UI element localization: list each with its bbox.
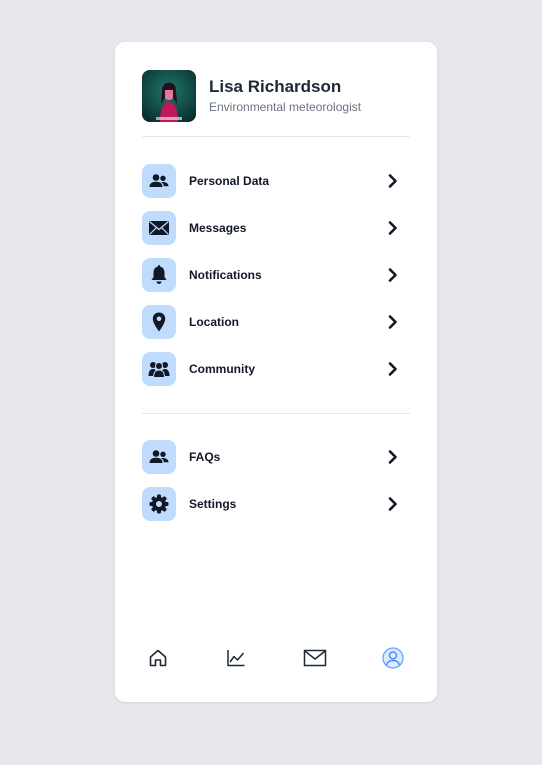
nav-profile-button[interactable] (378, 645, 408, 675)
profile-role: Environmental meteorologist (209, 99, 362, 114)
menu-label: Community (189, 362, 255, 376)
envelope-icon (142, 211, 176, 245)
nav-stats-button[interactable] (221, 645, 251, 675)
divider (142, 136, 410, 137)
nav-home-button[interactable] (143, 645, 173, 675)
gear-icon (142, 487, 176, 521)
menu-item-settings[interactable]: Settings (142, 487, 410, 521)
chevron-right-icon (385, 314, 401, 330)
profile-icon (382, 646, 404, 674)
menu-item-messages[interactable]: Messages (142, 211, 410, 245)
users-icon (142, 440, 176, 474)
bell-icon (142, 258, 176, 292)
profile-card: Lisa Richardson Environmental meteorolog… (115, 42, 437, 702)
chevron-right-icon (385, 220, 401, 236)
avatar[interactable] (142, 69, 196, 122)
profile-name: Lisa Richardson (209, 76, 342, 96)
menu-label: Personal Data (189, 174, 270, 188)
menu-item-community[interactable]: Community (142, 352, 410, 386)
profile-header: Lisa Richardson Environmental meteorolog… (142, 69, 410, 122)
chevron-right-icon (385, 361, 401, 377)
chevron-right-icon (385, 496, 401, 512)
primary-menu: Personal Data Messages Notifications Loc… (142, 164, 410, 399)
menu-label: Location (189, 315, 239, 329)
nav-mail-button[interactable] (300, 645, 330, 675)
chevron-right-icon (385, 449, 401, 465)
menu-item-location[interactable]: Location (142, 305, 410, 339)
chevron-right-icon (385, 173, 401, 189)
divider (142, 413, 410, 414)
chevron-right-icon (385, 267, 401, 283)
mail-icon (303, 649, 327, 672)
users-icon (142, 164, 176, 198)
map-pin-icon (142, 305, 176, 339)
home-icon (148, 648, 168, 673)
community-icon (142, 352, 176, 386)
menu-item-personal-data[interactable]: Personal Data (142, 164, 410, 198)
menu-label: Messages (189, 221, 247, 235)
secondary-menu: FAQs Settings (142, 440, 410, 534)
menu-label: Notifications (189, 268, 262, 282)
chart-icon (226, 648, 246, 673)
menu-label: FAQs (189, 450, 221, 464)
avatar-photo (142, 69, 196, 122)
menu-item-notifications[interactable]: Notifications (142, 258, 410, 292)
bottom-nav (115, 645, 437, 675)
menu-label: Settings (189, 497, 237, 511)
menu-item-faqs[interactable]: FAQs (142, 440, 410, 474)
